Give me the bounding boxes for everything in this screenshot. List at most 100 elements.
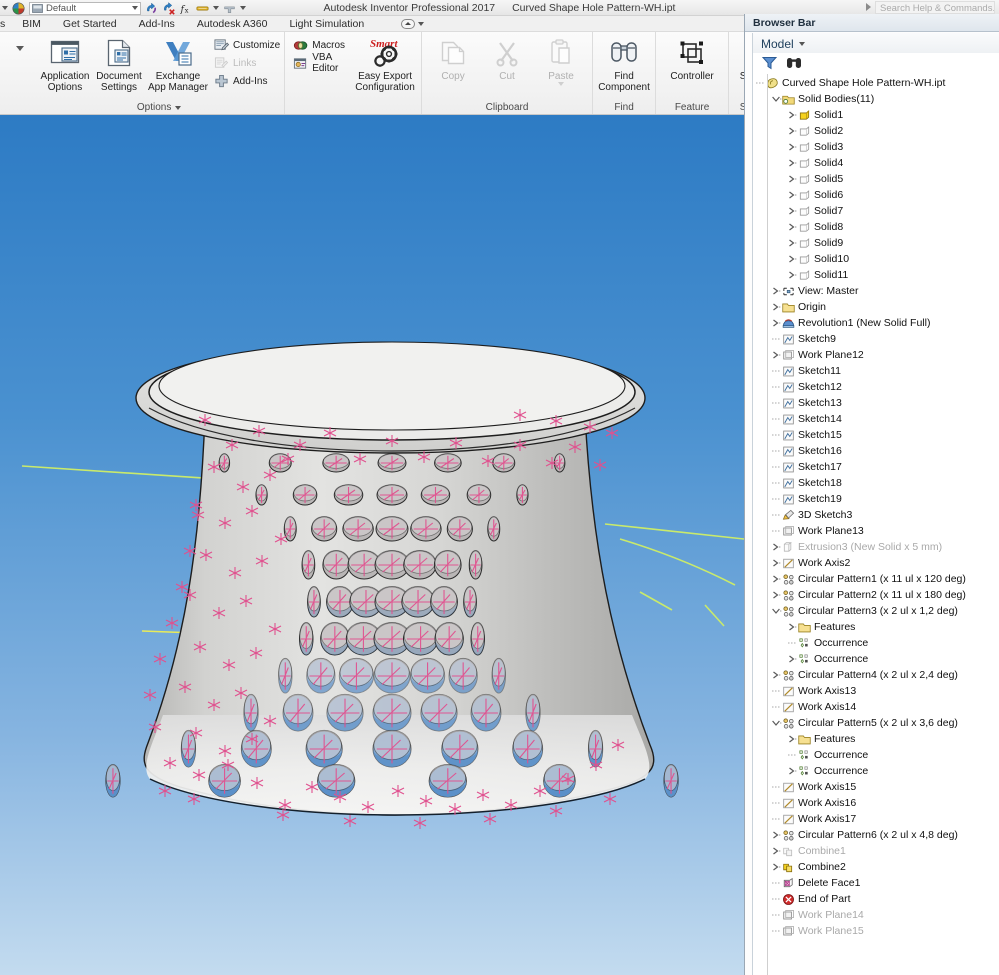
tree-node[interactable]: Occurrence: [753, 651, 999, 667]
vba-editor-button[interactable]: VBA Editor: [293, 52, 345, 74]
tree-expand-toggle[interactable]: [771, 843, 782, 859]
parameters-fx-icon[interactable]: f x: [179, 2, 192, 15]
tree-expand-toggle[interactable]: [787, 139, 798, 155]
customize-button[interactable]: Customize: [214, 37, 280, 53]
collapse-up-icon[interactable]: [401, 18, 416, 29]
tree-node[interactable]: Work Axis16: [753, 795, 999, 811]
tree-node[interactable]: Sketch14: [753, 411, 999, 427]
tree-expand-toggle[interactable]: [787, 763, 798, 779]
tree-node[interactable]: Solid9: [753, 235, 999, 251]
tree-expand-toggle[interactable]: [771, 827, 782, 843]
graphics-viewport[interactable]: [0, 115, 744, 975]
tree-node[interactable]: Solid4: [753, 155, 999, 171]
easy-export-configuration-button[interactable]: Smart Easy Export Configuration: [353, 35, 417, 93]
tree-node[interactable]: Occurrence: [753, 635, 999, 651]
tree-expand-toggle[interactable]: [771, 283, 782, 299]
tab-partial[interactable]: s: [0, 16, 11, 32]
filter-icon[interactable]: [761, 56, 778, 70]
update-mass-icon[interactable]: [145, 2, 158, 15]
tree-node[interactable]: Circular Pattern5 (x 2 ul x 3,6 deg): [753, 715, 999, 731]
tree-expand-toggle[interactable]: [787, 251, 798, 267]
tree-expand-toggle[interactable]: [771, 315, 782, 331]
appearance-style-combo[interactable]: Default: [29, 1, 141, 15]
ribbon-collapse-control[interactable]: [401, 18, 425, 29]
tree-node[interactable]: Work Axis15: [753, 779, 999, 795]
tree-node[interactable]: Work Plane12: [753, 347, 999, 363]
tree-node[interactable]: End of Part: [753, 891, 999, 907]
tree-expand-toggle[interactable]: [787, 107, 798, 123]
tree-expand-toggle[interactable]: [787, 187, 798, 203]
options-panel-label[interactable]: Options: [34, 101, 284, 114]
tree-expand-toggle[interactable]: [787, 171, 798, 187]
tree-node[interactable]: Work Plane15: [753, 923, 999, 939]
search-expand-arrow[interactable]: [866, 3, 871, 11]
tree-node[interactable]: Revolution1 (New Solid Full): [753, 315, 999, 331]
tree-node[interactable]: Solid2: [753, 123, 999, 139]
tree-node[interactable]: Sketch15: [753, 427, 999, 443]
model-dropdown-caret-icon[interactable]: [798, 42, 805, 46]
tree-node[interactable]: Features: [753, 619, 999, 635]
tree-node[interactable]: Work Plane14: [753, 907, 999, 923]
tree-expand-toggle[interactable]: [787, 619, 798, 635]
tree-node[interactable]: Sketch9: [753, 331, 999, 347]
tree-node[interactable]: Work Axis17: [753, 811, 999, 827]
tree-node[interactable]: Work Axis13: [753, 683, 999, 699]
find-component-button[interactable]: Find Component: [597, 35, 651, 93]
tree-expand-toggle[interactable]: [771, 299, 782, 315]
appearance-color-icon[interactable]: [12, 1, 25, 15]
tree-node[interactable]: View: Master: [753, 283, 999, 299]
collapse-caret-icon[interactable]: [418, 21, 425, 26]
tree-node[interactable]: Sketch16: [753, 443, 999, 459]
tree-node[interactable]: Solid10: [753, 251, 999, 267]
tree-node[interactable]: Sketch18: [753, 475, 999, 491]
tree-node[interactable]: Curved Shape Hole Pattern-WH.ipt: [753, 75, 999, 91]
tree-expand-toggle[interactable]: [771, 555, 782, 571]
tab-autodesk-a360[interactable]: Autodesk A360: [186, 16, 279, 32]
tree-node[interactable]: Circular Pattern2 (x 11 ul x 180 deg): [753, 587, 999, 603]
tree-node[interactable]: Combine1: [753, 843, 999, 859]
constraint-icon[interactable]: [223, 2, 236, 15]
ribbon-left-caret[interactable]: [16, 46, 24, 51]
tree-node[interactable]: Sketch12: [753, 379, 999, 395]
tree-node[interactable]: Sketch17: [753, 459, 999, 475]
tree-node[interactable]: Solid7: [753, 203, 999, 219]
constraint-caret[interactable]: [240, 6, 246, 10]
tree-collapse-toggle[interactable]: [771, 715, 782, 731]
tree-node[interactable]: Solid8: [753, 219, 999, 235]
tree-expand-toggle[interactable]: [787, 651, 798, 667]
tree-node[interactable]: Solid1: [753, 107, 999, 123]
tree-expand-toggle[interactable]: [771, 587, 782, 603]
search-help-input[interactable]: Search Help & Commands...: [875, 1, 995, 14]
tree-expand-toggle[interactable]: [787, 203, 798, 219]
tree-node[interactable]: 3D Sketch3: [753, 507, 999, 523]
tree-node[interactable]: Circular Pattern1 (x 11 ul x 120 deg): [753, 571, 999, 587]
add-ins-button[interactable]: Add-Ins: [214, 73, 280, 89]
tree-node[interactable]: Origin: [753, 299, 999, 315]
tree-node[interactable]: Combine2: [753, 859, 999, 875]
tree-node[interactable]: Solid11: [753, 267, 999, 283]
tab-get-started[interactable]: Get Started: [52, 16, 128, 32]
qat-overflow-caret[interactable]: [2, 6, 8, 10]
tree-expand-toggle[interactable]: [771, 539, 782, 555]
tree-node[interactable]: Features: [753, 731, 999, 747]
cancel-update-icon[interactable]: [162, 1, 175, 15]
tab-add-ins[interactable]: Add-Ins: [128, 16, 186, 32]
tree-expand-toggle[interactable]: [771, 347, 782, 363]
tree-expand-toggle[interactable]: [787, 267, 798, 283]
tree-expand-toggle[interactable]: [787, 731, 798, 747]
tree-node[interactable]: Extrusion3 (New Solid x 5 mm): [753, 539, 999, 555]
tree-node[interactable]: Sketch19: [753, 491, 999, 507]
tree-node[interactable]: Solid Bodies(11): [753, 91, 999, 107]
tab-bim[interactable]: BIM: [11, 16, 52, 32]
tree-node[interactable]: Sketch13: [753, 395, 999, 411]
tree-expand-toggle[interactable]: [771, 667, 782, 683]
macros-button[interactable]: Macros: [293, 37, 345, 53]
tree-node[interactable]: Work Axis14: [753, 699, 999, 715]
model-dropdown[interactable]: Model: [753, 33, 999, 53]
tree-expand-toggle[interactable]: [787, 219, 798, 235]
material-caret[interactable]: [213, 6, 219, 10]
tree-collapse-toggle[interactable]: [771, 603, 782, 619]
tree-node[interactable]: Circular Pattern4 (x 2 ul x 2,4 deg): [753, 667, 999, 683]
tree-expand-toggle[interactable]: [771, 571, 782, 587]
binoculars-icon[interactable]: [786, 56, 802, 70]
